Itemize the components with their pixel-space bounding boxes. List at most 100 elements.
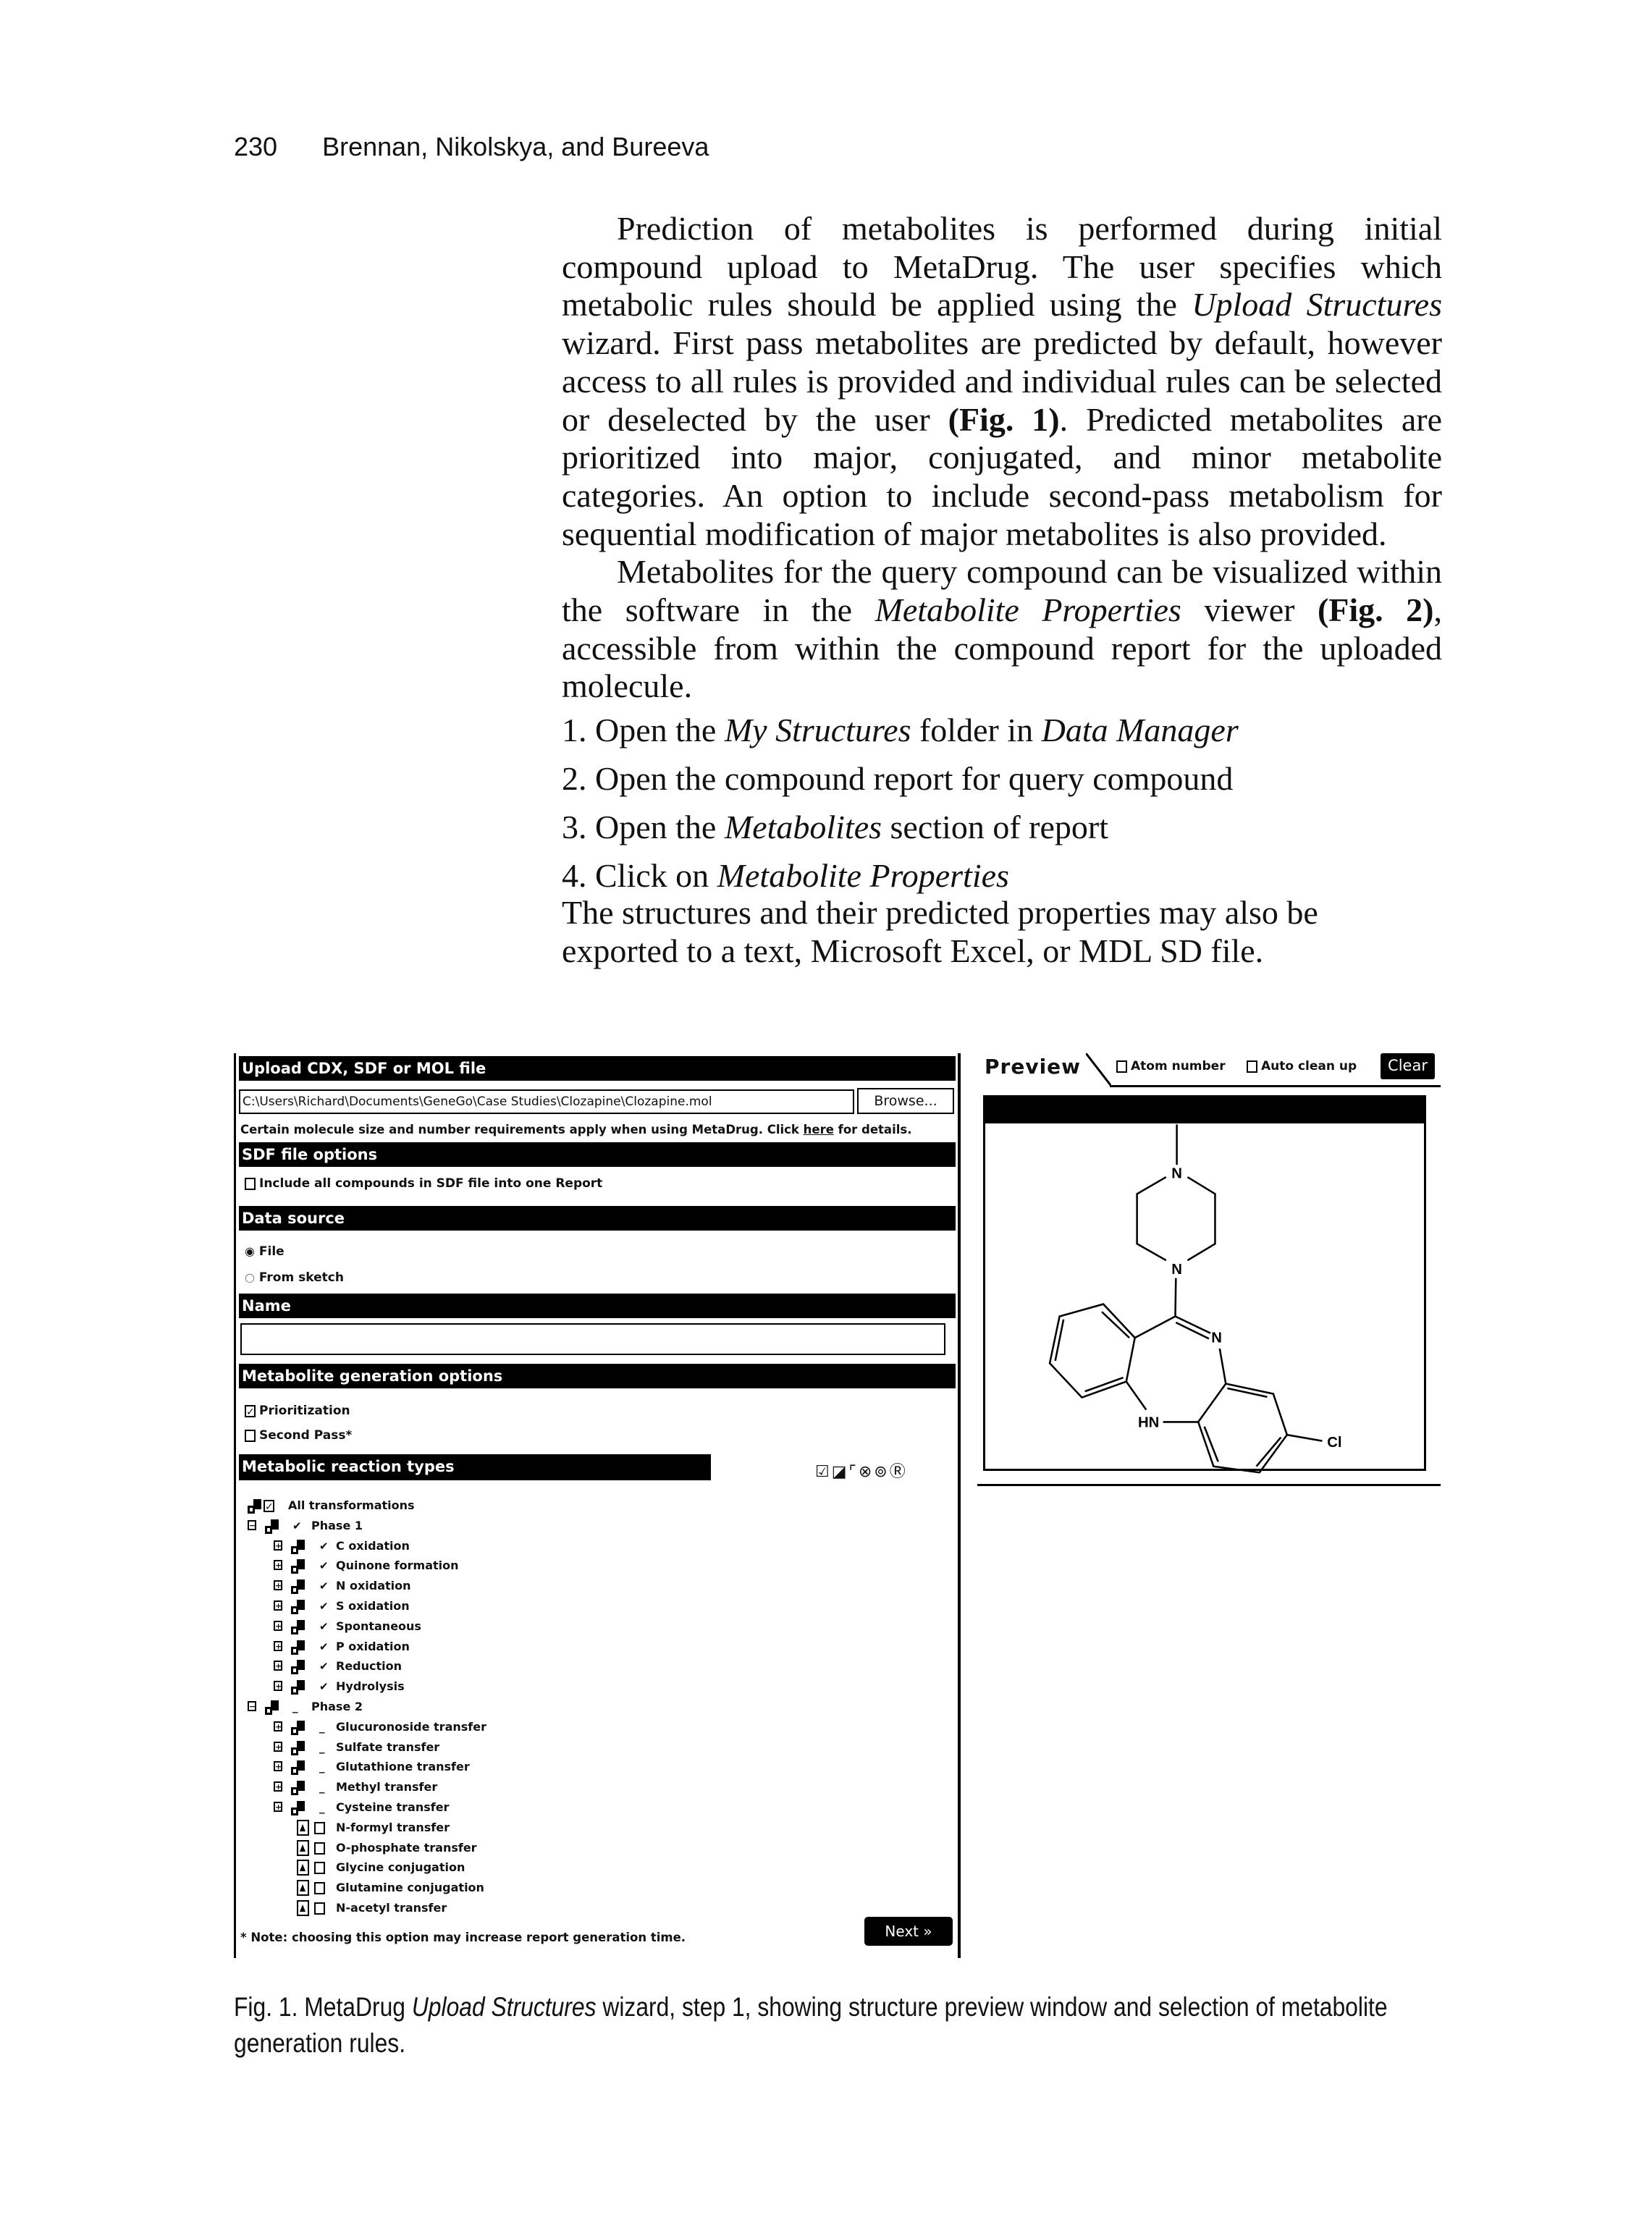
step: 3. Open the Metabolites section of repor… <box>562 809 1108 846</box>
tree-item[interactable]: + _ Glucuronoside transfer <box>236 1718 743 1737</box>
expand-icon[interactable]: + <box>274 1640 282 1651</box>
tree-item[interactable]: + _ Methyl transfer <box>236 1778 743 1797</box>
checkbox-checked[interactable]: ✔ <box>319 1577 329 1595</box>
tree-item[interactable]: O-phosphate transfer <box>236 1839 743 1857</box>
checkbox-checked[interactable]: ✓ <box>264 1496 274 1515</box>
note-text: * Note: choosing this option may increas… <box>240 1931 686 1944</box>
tree-item[interactable]: − ✔ Phase 1 <box>236 1517 743 1535</box>
metabolite-options-header: Metabolite generation options <box>239 1364 956 1388</box>
rule-group-icon <box>246 1498 262 1514</box>
checkbox-checked[interactable]: ✔ <box>292 1517 302 1535</box>
second-pass-checkbox[interactable]: Second Pass* <box>245 1428 352 1443</box>
rule-group-icon <box>290 1558 305 1574</box>
checkbox-checked[interactable]: ✔ <box>319 1556 329 1575</box>
step: 1. Open the My Structures folder in Data… <box>562 712 1239 749</box>
checkbox[interactable]: _ <box>319 1718 325 1737</box>
tree-item-label: S oxidation <box>336 1599 410 1613</box>
checkbox[interactable] <box>314 1858 325 1877</box>
checkbox-checked[interactable]: ✔ <box>319 1617 329 1636</box>
checkbox[interactable]: _ <box>292 1697 298 1716</box>
radio-empty-icon[interactable]: ○ <box>245 1270 255 1284</box>
checkbox[interactable] <box>245 1177 256 1190</box>
expand-icon[interactable]: + <box>274 1540 282 1551</box>
tree-item[interactable]: + _ Glutathione transfer <box>236 1758 743 1776</box>
partial-check-icon[interactable]: ◪ <box>832 1463 849 1481</box>
expand-icon[interactable]: + <box>274 1580 282 1591</box>
tree-item[interactable]: Glycine conjugation <box>236 1858 743 1877</box>
checkbox-checked[interactable]: ✔ <box>319 1657 329 1676</box>
checkbox[interactable] <box>314 1839 325 1857</box>
tree-item-label: C oxidation <box>336 1538 410 1553</box>
checkbox-checked[interactable]: ✔ <box>319 1597 329 1616</box>
tree-item[interactable]: + ✔ S oxidation <box>236 1597 743 1616</box>
tree-item[interactable]: + ✔ P oxidation <box>236 1637 743 1656</box>
expand-icon[interactable]: + <box>274 1600 282 1611</box>
tree-item[interactable]: N-acetyl transfer <box>236 1899 743 1918</box>
expand-icon[interactable]: + <box>274 1560 282 1571</box>
tree-item[interactable]: + _ Sulfate transfer <box>236 1738 743 1757</box>
tree-item[interactable]: ✓ All transformations <box>236 1496 743 1515</box>
checkbox-checked[interactable]: ✓ <box>245 1404 256 1418</box>
rule-group-icon <box>290 1578 305 1595</box>
rule-group-icon <box>264 1699 279 1715</box>
uncheck-all-icon[interactable]: ⌜ <box>849 1463 859 1481</box>
tree-item-label: Glutathione transfer <box>336 1760 470 1774</box>
tree-item[interactable]: + _ Cysteine transfer <box>236 1798 743 1817</box>
file-path-input[interactable]: C:\Users\Richard\Documents\GeneGo\Case S… <box>239 1089 854 1114</box>
tree-item-label: Reduction <box>336 1659 403 1674</box>
rule-icon <box>295 1900 311 1916</box>
tree-item[interactable]: + ✔ C oxidation <box>236 1537 743 1556</box>
reset-icon[interactable]: Ⓡ <box>890 1463 908 1481</box>
sdf-checkbox-row[interactable]: Include all compounds in SDF file into o… <box>245 1176 602 1191</box>
expand-icon[interactable]: + <box>274 1620 282 1631</box>
tree-item[interactable]: + ✔ Spontaneous <box>236 1617 743 1636</box>
expand-all-icon[interactable]: ⊗ <box>859 1463 874 1481</box>
tree-item[interactable]: + ✔ Hydrolysis <box>236 1677 743 1696</box>
tree-item-label: Sulfate transfer <box>336 1739 440 1754</box>
atom-n2: N <box>1171 1262 1182 1278</box>
tree-item[interactable]: N-formyl transfer <box>236 1818 743 1837</box>
collapse-icon[interactable]: − <box>248 1701 256 1711</box>
collapse-icon[interactable]: − <box>248 1519 256 1530</box>
molecule-structure: N N N HN Cl <box>1048 1124 1342 1474</box>
next-button[interactable]: Next » <box>864 1917 953 1946</box>
expand-icon[interactable]: + <box>274 1741 282 1752</box>
expand-icon[interactable]: + <box>274 1781 282 1792</box>
preview-panel: Preview Atom number Auto clean up Clear … <box>977 1053 1444 1488</box>
checkbox[interactable]: _ <box>319 1778 325 1797</box>
collapse-all-icon[interactable]: ⊚ <box>874 1463 889 1481</box>
here-link[interactable]: here <box>804 1123 834 1136</box>
expand-icon[interactable]: + <box>274 1761 282 1772</box>
browse-button[interactable]: Browse... <box>857 1088 954 1114</box>
expand-icon[interactable]: + <box>274 1721 282 1731</box>
radio-file[interactable]: ◉ File <box>245 1244 285 1259</box>
tree-item[interactable]: − _ Phase 2 <box>236 1697 743 1716</box>
tree-item-label: Phase 1 <box>311 1518 363 1532</box>
checkbox-checked[interactable]: ✔ <box>319 1637 329 1656</box>
prioritization-checkbox[interactable]: ✓ Prioritization <box>245 1404 350 1418</box>
expand-icon[interactable]: + <box>274 1802 282 1812</box>
name-input[interactable] <box>240 1323 945 1355</box>
tree-item-label: N-formyl transfer <box>336 1820 450 1834</box>
tree-item[interactable]: + ✔ N oxidation <box>236 1577 743 1595</box>
tree-item[interactable]: + ✔ Reduction <box>236 1657 743 1676</box>
tree-item[interactable]: Glutamine conjugation <box>236 1878 743 1897</box>
checkbox[interactable] <box>314 1878 325 1897</box>
expand-icon[interactable]: + <box>274 1681 282 1692</box>
tree-item[interactable]: + ✔ Quinone formation <box>236 1556 743 1575</box>
checkbox[interactable] <box>314 1899 325 1918</box>
checkbox[interactable] <box>314 1818 325 1837</box>
checkbox[interactable]: _ <box>319 1798 325 1817</box>
checkbox[interactable]: _ <box>319 1738 325 1757</box>
radio-selected-icon[interactable]: ◉ <box>245 1244 255 1258</box>
expand-icon[interactable]: + <box>274 1661 282 1671</box>
rule-group-icon <box>264 1518 279 1534</box>
checkbox[interactable]: _ <box>319 1758 325 1776</box>
radio-sketch[interactable]: ○ From sketch <box>245 1270 344 1285</box>
checkbox[interactable] <box>245 1429 256 1442</box>
check-all-icon[interactable]: ☑ <box>815 1463 832 1481</box>
rule-group-icon <box>290 1639 305 1655</box>
atom-n1: N <box>1171 1165 1182 1181</box>
checkbox-checked[interactable]: ✔ <box>319 1537 329 1556</box>
checkbox-checked[interactable]: ✔ <box>319 1677 329 1696</box>
